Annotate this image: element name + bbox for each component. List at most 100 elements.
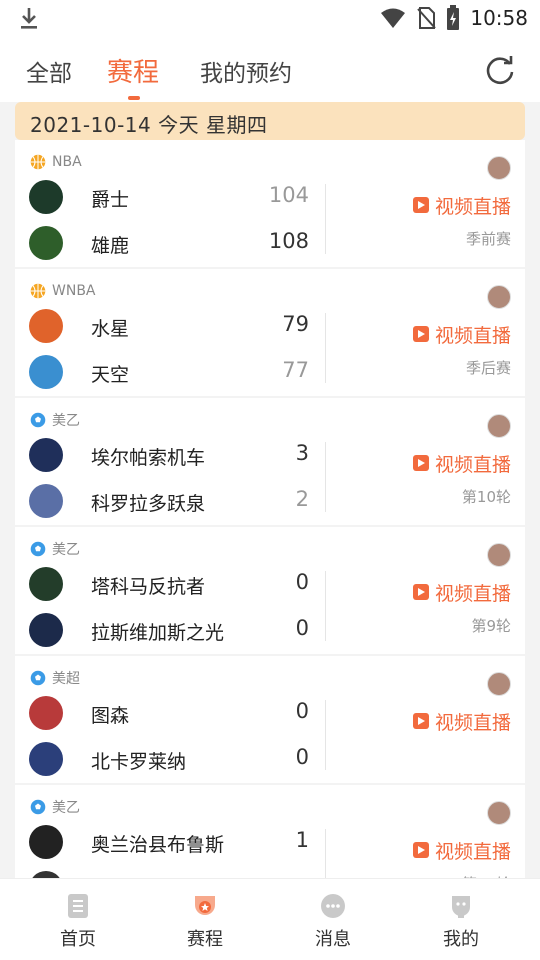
- streamer-avatars[interactable]: [487, 801, 511, 827]
- top-tab-bar: 全部 赛程 我的预约: [0, 36, 540, 102]
- home-team-logo: [29, 825, 63, 859]
- profile-icon: [452, 896, 470, 918]
- match-card[interactable]: WNBA 水星 79 天空 77 视频直播 季后赛: [15, 269, 525, 396]
- league-name: 美乙: [52, 542, 80, 558]
- home-team-logo: [29, 180, 63, 214]
- match-card[interactable]: 美超 图森 0 北卡罗莱纳 0 视频直播: [15, 656, 525, 783]
- match-round: 第10轮: [461, 488, 511, 506]
- away-team-row: 科罗拉多跃泉 2: [29, 484, 319, 518]
- date-label: 2021-10-14 今天 星期四: [30, 113, 268, 137]
- live-stream-button[interactable]: 视频直播: [412, 837, 511, 863]
- live-stream-button[interactable]: 视频直播: [412, 708, 511, 734]
- home-team-logo: [29, 438, 63, 472]
- tab-schedule[interactable]: 赛程: [107, 52, 159, 89]
- league-name: 美超: [52, 671, 80, 687]
- status-time: 10:58: [470, 6, 528, 30]
- home-team-name: 塔科马反抗者: [91, 576, 206, 598]
- away-team-name: 科罗拉多跃泉: [91, 493, 206, 515]
- nav-messages[interactable]: 消息: [288, 879, 378, 960]
- home-team-score: 0: [295, 699, 309, 723]
- away-team-score: 77: [282, 358, 309, 382]
- home-team-row: 塔科马反抗者 0: [29, 567, 319, 601]
- league-name: 美乙: [52, 800, 80, 816]
- divider: [325, 184, 326, 254]
- nav-schedule[interactable]: 赛程: [160, 879, 250, 960]
- soccer-icon: [30, 799, 46, 815]
- away-team-score: 108: [268, 229, 309, 253]
- live-stream-button[interactable]: 视频直播: [412, 450, 511, 476]
- live-stream-button[interactable]: 视频直播: [412, 321, 511, 347]
- play-icon: [412, 455, 429, 471]
- avatar: [487, 285, 511, 309]
- avatar: [487, 156, 511, 180]
- home-team-score: 3: [295, 441, 309, 465]
- match-card[interactable]: NBA 爵士 104 雄鹿 108 视频直播 季前赛: [15, 140, 525, 267]
- away-team-name: 天空: [91, 364, 130, 386]
- home-team-score: 79: [282, 312, 309, 336]
- away-team-name: 拉斯维加斯之光: [91, 622, 225, 644]
- streamer-avatars[interactable]: [487, 543, 511, 569]
- live-stream-label: 视频直播: [434, 840, 511, 863]
- league-tag: 美乙: [30, 412, 80, 429]
- home-icon: [68, 894, 88, 918]
- soccer-icon: [30, 670, 46, 686]
- nav-schedule-label: 赛程: [187, 929, 223, 950]
- basketball-icon: [30, 154, 46, 170]
- league-tag: 美乙: [30, 541, 80, 558]
- refresh-icon[interactable]: [484, 54, 516, 86]
- streamer-avatars[interactable]: [487, 414, 511, 440]
- home-team-name: 奥兰治县布鲁斯: [91, 834, 225, 856]
- away-team-row: 天空 77: [29, 355, 319, 389]
- league-tag: 美乙: [30, 799, 80, 816]
- away-team-row: 拉斯维加斯之光 0: [29, 613, 319, 647]
- avatar: [487, 672, 511, 696]
- nav-messages-label: 消息: [315, 929, 351, 950]
- basketball-icon: [30, 283, 46, 299]
- message-icon: [321, 894, 345, 918]
- home-team-row: 图森 0: [29, 696, 319, 730]
- match-card[interactable]: 美乙 埃尔帕索机车 3 科罗拉多跃泉 2 视频直播 第10轮: [15, 398, 525, 525]
- live-stream-button[interactable]: 视频直播: [412, 579, 511, 605]
- soccer-icon: [30, 541, 46, 557]
- home-team-logo: [29, 309, 63, 343]
- home-team-row: 奥兰治县布鲁斯 1: [29, 825, 319, 859]
- away-team-logo: [29, 742, 63, 776]
- soccer-icon: [30, 412, 46, 428]
- nav-home[interactable]: 首页: [33, 879, 123, 960]
- match-round: 季后赛: [465, 359, 511, 377]
- play-icon: [412, 584, 429, 600]
- streamer-avatars[interactable]: [487, 285, 511, 311]
- match-round: 第9轮: [471, 617, 511, 635]
- battery-icon: [447, 5, 460, 30]
- tab-all[interactable]: 全部: [26, 54, 72, 88]
- play-icon: [412, 842, 429, 858]
- home-team-score: 0: [295, 570, 309, 594]
- avatar: [487, 543, 511, 567]
- streamer-avatars[interactable]: [487, 156, 511, 182]
- league-tag: NBA: [30, 154, 82, 170]
- league-tag: WNBA: [30, 283, 96, 299]
- streamer-avatars[interactable]: [487, 672, 511, 698]
- away-team-row: 雄鹿 108: [29, 226, 319, 260]
- home-team-logo: [29, 567, 63, 601]
- nav-profile[interactable]: 我的: [416, 879, 506, 960]
- no-sim-icon: [417, 7, 437, 29]
- match-round: 季前赛: [465, 230, 511, 248]
- status-bar: 10:58: [0, 0, 540, 36]
- live-stream-button[interactable]: 视频直播: [412, 192, 511, 218]
- avatar: [487, 414, 511, 438]
- league-name: 美乙: [52, 413, 80, 429]
- away-team-logo: [29, 613, 63, 647]
- home-team-row: 水星 79: [29, 309, 319, 343]
- home-team-row: 埃尔帕索机车 3: [29, 438, 319, 472]
- match-card[interactable]: 美乙 塔科马反抗者 0 拉斯维加斯之光 0 视频直播 第9轮: [15, 527, 525, 654]
- home-team-name: 爵士: [91, 189, 130, 211]
- tab-my-reservations[interactable]: 我的预约: [200, 54, 292, 88]
- league-name: WNBA: [52, 283, 96, 299]
- league-tag: 美超: [30, 670, 80, 687]
- away-team-score: 0: [295, 745, 309, 769]
- divider: [325, 313, 326, 383]
- away-team-logo: [29, 355, 63, 389]
- play-icon: [412, 197, 429, 213]
- wifi-icon: [381, 8, 406, 28]
